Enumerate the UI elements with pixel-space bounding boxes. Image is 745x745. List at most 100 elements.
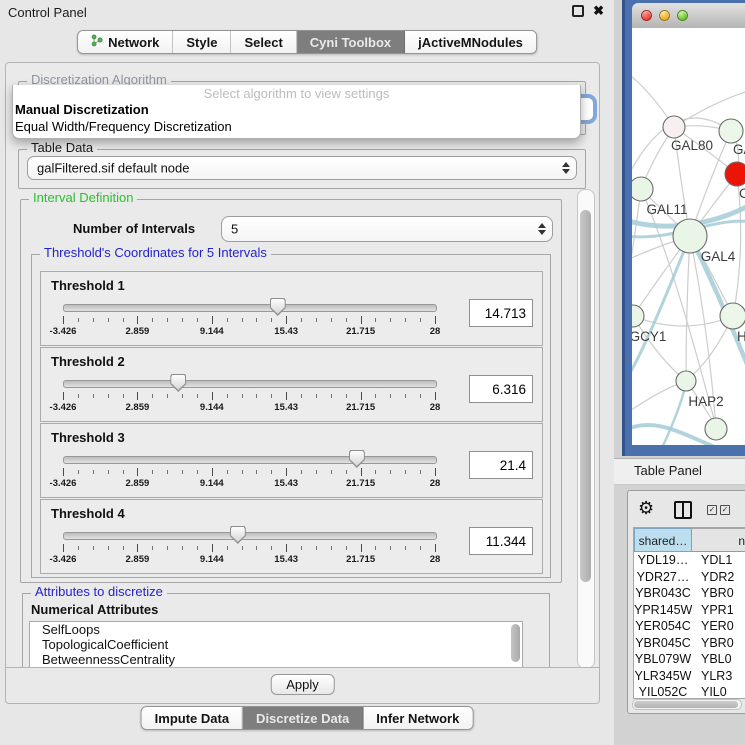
scale-label: 9.144 xyxy=(200,554,224,565)
network-node-red-node[interactable] xyxy=(725,162,745,186)
tick-mark xyxy=(301,546,302,550)
slider-ticks xyxy=(63,392,435,400)
tick-mark xyxy=(93,470,94,474)
network-edge[interactable] xyxy=(633,316,733,326)
threshold-value-field[interactable]: 6.316 xyxy=(469,375,533,403)
tick-mark xyxy=(63,468,64,476)
panel-scrollbar[interactable] xyxy=(577,189,595,669)
select-none-checkbox-icon[interactable]: ✓ xyxy=(720,505,730,515)
column-header-shared-name[interactable]: shared… xyxy=(634,528,692,552)
table-row[interactable]: YIL052CYIL0 xyxy=(634,684,745,699)
table-row[interactable]: YBR045CYBR0 xyxy=(634,635,745,652)
list-scrollbar[interactable] xyxy=(511,624,520,662)
tick-mark xyxy=(227,546,228,550)
float-icon[interactable] xyxy=(572,5,584,17)
table-row[interactable]: YLR345WYLR3 xyxy=(634,668,745,685)
network-node-gal80[interactable] xyxy=(663,116,685,138)
tab-impute-data[interactable]: Impute Data xyxy=(142,707,243,729)
threshold-label: Threshold 4 xyxy=(51,506,125,521)
slider-track[interactable] xyxy=(63,304,437,312)
threshold-slider[interactable]: -3.4262.8599.14415.4321.71528 xyxy=(63,456,435,492)
threshold-value-field[interactable]: 11.344 xyxy=(469,527,533,555)
algorithm-option[interactable]: Manual Discretization xyxy=(13,101,580,118)
slider-thumb[interactable] xyxy=(349,450,365,468)
threshold-slider[interactable]: -3.4262.8599.14415.4321.71528 xyxy=(63,304,435,340)
panel-title: Control Panel xyxy=(8,5,87,20)
numerical-attributes-list[interactable]: SelfLoopsTopologicalCoefficientBetweenne… xyxy=(29,621,523,667)
scale-label: 15.43 xyxy=(274,554,298,565)
table-hscrollbar[interactable] xyxy=(632,699,742,710)
tab-cyni-toolbox[interactable]: Cyni Toolbox xyxy=(297,31,405,53)
threshold-value-field[interactable]: 21.4 xyxy=(469,451,533,479)
tab-network[interactable]: Network xyxy=(78,31,173,53)
table-row[interactable]: YDL19…YDL1 xyxy=(634,552,745,569)
network-edge-highlighted[interactable] xyxy=(662,384,686,445)
threshold-slider[interactable]: -3.4262.8599.14415.4321.71528 xyxy=(63,532,435,568)
table-header: shared… n xyxy=(634,528,745,552)
threshold-slider[interactable]: -3.4262.8599.14415.4321.71528 xyxy=(63,380,435,416)
attribute-item[interactable]: SelfLoops xyxy=(30,622,522,637)
network-node-gcy1[interactable] xyxy=(632,305,644,327)
table-data-group: Table Data galFiltered.sif default node xyxy=(18,149,586,189)
table-data-combo[interactable]: galFiltered.sif default node xyxy=(27,156,577,180)
gear-icon[interactable]: ⚙ xyxy=(638,498,654,518)
table-hscrollbar-thumb[interactable] xyxy=(634,701,738,708)
tick-mark xyxy=(390,318,391,322)
network-node-gal4[interactable] xyxy=(673,219,707,253)
interval-definition-label: Interval Definition xyxy=(29,191,137,205)
scale-label: 2.859 xyxy=(126,402,150,413)
panel-scrollbar-thumb[interactable] xyxy=(580,210,591,582)
tab-style[interactable]: Style xyxy=(173,31,231,53)
network-edge[interactable] xyxy=(686,236,690,381)
num-intervals-combo[interactable]: 5 xyxy=(221,216,553,242)
select-all-checkbox-icon[interactable]: ✓ xyxy=(707,505,717,515)
dropdown-prompt: Select algorithm to view settings xyxy=(13,86,580,101)
network-node-ga[interactable] xyxy=(719,119,743,143)
attribute-item[interactable]: TopologicalCoefficient xyxy=(30,637,522,652)
tick-mark xyxy=(271,318,272,322)
tick-mark xyxy=(212,392,213,400)
slider-thumb[interactable] xyxy=(230,526,246,544)
table-row[interactable]: YBR043CYBR0 xyxy=(634,585,745,602)
tick-mark xyxy=(227,394,228,398)
tick-mark xyxy=(167,470,168,474)
tab-select[interactable]: Select xyxy=(231,31,296,53)
split-columns-icon[interactable] xyxy=(674,501,692,519)
tick-mark xyxy=(182,546,183,550)
tab-label: Network xyxy=(108,35,159,50)
table-row[interactable]: YPR145WYPR1 xyxy=(634,602,745,619)
slider-thumb[interactable] xyxy=(270,298,286,316)
slider-track[interactable] xyxy=(63,456,437,464)
tick-mark xyxy=(301,470,302,474)
network-node-node-bottom[interactable] xyxy=(705,418,727,440)
apply-button[interactable]: Apply xyxy=(270,674,335,695)
algorithm-option[interactable]: Equal Width/Frequency Discretization xyxy=(13,118,580,135)
spinner-arrows-icon xyxy=(562,162,569,174)
tab-jactivemnodules[interactable]: jActiveMNodules xyxy=(405,31,536,53)
network-window-titlebar[interactable] xyxy=(632,3,745,29)
slider-track[interactable] xyxy=(63,380,437,388)
attribute-item[interactable]: BetweennessCentrality xyxy=(30,652,522,667)
close-icon[interactable]: ✖ xyxy=(593,5,604,17)
network-node-gal11[interactable] xyxy=(632,177,653,201)
tab-infer-network[interactable]: Infer Network xyxy=(363,707,472,729)
network-node-h[interactable] xyxy=(720,303,745,329)
table-row[interactable]: YDR27…YDR2 xyxy=(634,569,745,586)
num-intervals-value: 5 xyxy=(231,222,238,237)
table-row[interactable]: YBL079WYBL0 xyxy=(634,651,745,668)
slider-track[interactable] xyxy=(63,532,437,540)
threshold-value-field[interactable]: 14.713 xyxy=(469,299,533,327)
tab-discretize-data[interactable]: Discretize Data xyxy=(243,707,363,729)
num-intervals-label: Number of Intervals xyxy=(73,221,195,236)
tick-mark xyxy=(286,468,287,476)
tick-mark xyxy=(242,470,243,474)
minimize-window-icon[interactable] xyxy=(659,10,670,21)
column-header-name[interactable]: n xyxy=(692,528,745,552)
table-row[interactable]: YER054CYER0 xyxy=(634,618,745,635)
close-window-icon[interactable] xyxy=(641,10,652,21)
network-graph[interactable]: GAL80GAGAL11CGAL4GCY1HHAP2 xyxy=(632,28,745,445)
zoom-window-icon[interactable] xyxy=(677,10,688,21)
network-canvas[interactable]: GAL80GAGAL11CGAL4GCY1HHAP2 xyxy=(632,28,745,445)
network-node-hap2[interactable] xyxy=(676,371,696,391)
slider-thumb[interactable] xyxy=(170,374,186,392)
